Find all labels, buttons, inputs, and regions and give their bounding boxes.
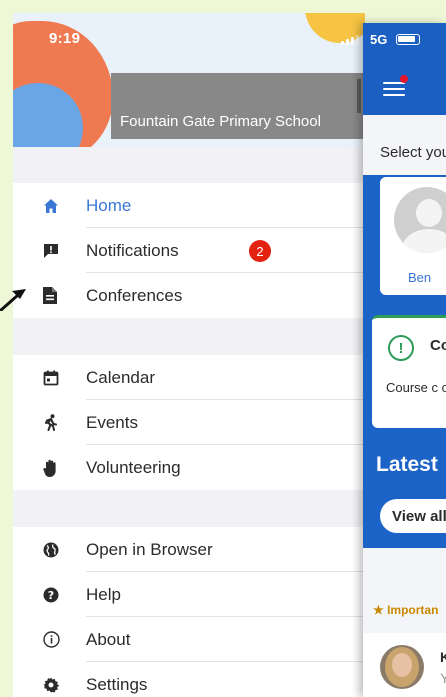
- menu-item-label: Conferences: [86, 285, 183, 305]
- notification-icon: [13, 243, 86, 259]
- school-banner[interactable]: Fountain Gate Primary School: [111, 73, 365, 139]
- menu-group-activities: Calendar Events Volunteering: [13, 355, 365, 490]
- arrow-pointer-icon: [0, 289, 26, 311]
- menu-item-label: Notifications: [86, 240, 179, 260]
- calendar-icon: [13, 370, 86, 386]
- alert-icon: !: [388, 335, 414, 361]
- menu-item-events[interactable]: Events: [13, 400, 365, 445]
- running-icon: [13, 414, 86, 431]
- notice-title: Co: [430, 337, 446, 354]
- battery-icon: [396, 34, 420, 45]
- notice-body: Course c completi: [386, 380, 446, 395]
- child-name: Ben: [408, 270, 432, 285]
- hand-icon: [13, 459, 86, 477]
- child-card[interactable]: Ben: [380, 177, 446, 295]
- important-text: Importan: [387, 603, 439, 617]
- notification-count-badge: 2: [249, 240, 271, 262]
- feed-item[interactable]: K Y: [363, 633, 446, 697]
- navigation-drawer: 9:19 Fountain Gate Primary School Home N…: [13, 13, 365, 697]
- notice-card[interactable]: ! Co Course c completi: [372, 315, 446, 428]
- main-screen: 5G Select you Ben ! Co Course c completi…: [363, 23, 446, 697]
- network-label: 5G: [370, 32, 388, 47]
- feed-author: K: [440, 649, 446, 665]
- signal-icon: [341, 35, 361, 45]
- menu-item-about[interactable]: About: [13, 617, 365, 662]
- menu-item-label: Settings: [86, 674, 148, 694]
- menu-group-app: Open in Browser ? Help About Settings: [13, 527, 365, 697]
- info-icon: [13, 631, 86, 648]
- menu-item-calendar[interactable]: Calendar: [13, 355, 365, 400]
- menu-item-label: Open in Browser: [86, 539, 213, 559]
- drawer-header: 9:19 Fountain Gate Primary School: [13, 13, 365, 147]
- select-child-prompt: Select you: [380, 144, 446, 161]
- banner-accent: [357, 79, 361, 113]
- menu-item-label: Calendar: [86, 367, 155, 387]
- menu-item-label: Events: [86, 412, 138, 432]
- menu-item-label: Volunteering: [86, 457, 181, 477]
- avatar: [394, 187, 446, 253]
- menu-item-label: Home: [86, 195, 132, 215]
- status-bar: 5G: [363, 23, 446, 57]
- menu-item-home[interactable]: Home: [13, 183, 365, 228]
- latest-heading: Latest: [376, 453, 438, 476]
- menu-item-label: Help: [86, 584, 121, 604]
- view-all-button[interactable]: View all: [380, 499, 446, 533]
- app-bar: [363, 57, 446, 115]
- menu-item-label: About: [86, 629, 131, 649]
- help-icon: ?: [13, 587, 86, 603]
- feed-preview: Y: [440, 670, 446, 686]
- menu-item-help[interactable]: ? Help: [13, 572, 365, 617]
- avatar: [380, 645, 424, 689]
- home-icon: [13, 198, 86, 214]
- svg-text:?: ?: [48, 589, 54, 602]
- status-time: 9:19: [49, 30, 81, 47]
- menu-icon[interactable]: [383, 82, 405, 100]
- gear-icon: [13, 677, 86, 693]
- menu-item-open-in-browser[interactable]: Open in Browser: [13, 527, 365, 572]
- important-label: ★ Importan: [373, 603, 439, 617]
- school-name: Fountain Gate Primary School: [120, 113, 321, 130]
- menu-item-settings[interactable]: Settings: [13, 662, 365, 697]
- menu-item-volunteering[interactable]: Volunteering: [13, 445, 365, 490]
- menu-group-primary: Home Notifications 2 Conferences: [13, 183, 365, 318]
- menu-item-conferences[interactable]: Conferences: [13, 273, 365, 318]
- globe-icon: [13, 542, 86, 558]
- menu-alert-dot: [400, 75, 408, 83]
- menu-item-notifications[interactable]: Notifications 2: [13, 228, 365, 273]
